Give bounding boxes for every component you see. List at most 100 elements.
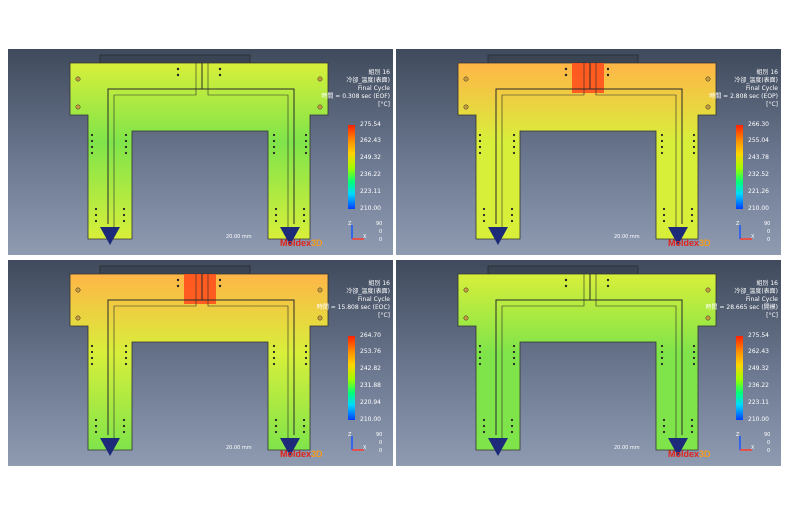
- axis-z-label: Z: [736, 432, 740, 438]
- legend-tick: 243.78: [748, 154, 769, 161]
- cycle-label: Final Cycle: [357, 85, 390, 92]
- legend-tick: 232.52: [748, 171, 769, 178]
- time-label: 時間 = 0.308 sec (EOF): [321, 93, 390, 100]
- group-label: 組別 16: [368, 69, 390, 76]
- legend-tick: 249.32: [748, 365, 769, 372]
- legend-tick: 210.00: [360, 416, 381, 423]
- quantity-label: 冷卻_溫度(表面): [346, 77, 390, 84]
- unit-label: [°C]: [378, 312, 390, 319]
- legend-tick: 220.94: [360, 399, 381, 406]
- legend-tick: 262.43: [748, 348, 769, 355]
- axis-triad[interactable]: Z X 90 0 0: [736, 432, 776, 462]
- unit-label: [°C]: [766, 101, 778, 108]
- moldex3d-logo: Moldex3D: [668, 449, 711, 459]
- axis-x-label: X: [751, 445, 755, 451]
- cycle-label: Final Cycle: [745, 296, 778, 303]
- axis-angle-2: 0: [767, 440, 771, 446]
- axis-angle-2: 0: [767, 229, 771, 235]
- legend-tick: 223.11: [360, 188, 381, 195]
- quantity-label: 冷卻_溫度(表面): [734, 77, 778, 84]
- axis-angle-1: 90: [376, 221, 383, 227]
- unit-label: [°C]: [378, 101, 390, 108]
- group-label: 組別 16: [756, 280, 778, 287]
- logo-text: Moldex: [280, 238, 312, 248]
- logo-text: Moldex: [668, 449, 700, 459]
- result-panel-2[interactable]: 組別 16 冷卻_溫度(表面) Final Cycle 時間 = 2.808 s…: [396, 49, 781, 255]
- legend-tick: 223.11: [748, 399, 769, 406]
- result-grid: 組別 16 冷卻_溫度(表面) Final Cycle 時間 = 0.308 s…: [8, 49, 785, 467]
- axis-angle-2: 0: [379, 440, 383, 446]
- axis-angle-3: 0: [379, 448, 383, 454]
- color-scale-bar: [736, 336, 743, 420]
- axis-angle-1: 90: [764, 432, 771, 438]
- scale-bar: 20.00 mm: [226, 445, 252, 451]
- axis-triad[interactable]: Z X 90 0 0: [736, 221, 776, 251]
- result-panel-4[interactable]: 組別 16 冷卻_溫度(表面) Final Cycle 時間 = 28.665 …: [396, 260, 781, 466]
- color-legend: 266.30 255.04 243.78 232.52 221.26 210.0…: [732, 121, 778, 217]
- axis-angle-3: 0: [767, 448, 771, 454]
- legend-tick: 275.54: [360, 121, 381, 128]
- logo-text: Moldex: [280, 449, 312, 459]
- group-label: 組別 16: [368, 280, 390, 287]
- cycle-label: Final Cycle: [357, 296, 390, 303]
- scale-bar: 20.00 mm: [614, 234, 640, 240]
- moldex3d-logo: Moldex3D: [280, 238, 323, 248]
- legend-tick: 236.22: [360, 171, 381, 178]
- result-panel-3[interactable]: 組別 16 冷卻_溫度(表面) Final Cycle 時間 = 15.808 …: [8, 260, 393, 466]
- legend-tick: 249.32: [360, 154, 381, 161]
- result-info: 組別 16 冷卻_溫度(表面) Final Cycle 時間 = 15.808 …: [300, 280, 390, 320]
- legend-tick: 231.88: [360, 382, 381, 389]
- legend-tick: 264.70: [360, 332, 381, 339]
- axis-triad[interactable]: Z X 90 0 0: [348, 221, 388, 251]
- result-panel-1[interactable]: 組別 16 冷卻_溫度(表面) Final Cycle 時間 = 0.308 s…: [8, 49, 393, 255]
- axis-z-label: Z: [348, 221, 352, 227]
- axis-angle-3: 0: [767, 237, 771, 243]
- color-legend: 275.54 262.43 249.32 236.22 223.11 210.0…: [344, 121, 390, 217]
- time-label: 時間 = 2.808 sec (EOP): [709, 93, 778, 100]
- cycle-label: Final Cycle: [745, 85, 778, 92]
- axis-angle-1: 90: [376, 432, 383, 438]
- logo-suffix: 3D: [699, 238, 711, 248]
- legend-tick: 221.26: [748, 188, 769, 195]
- legend-tick: 210.00: [748, 205, 769, 212]
- legend-tick: 255.04: [748, 137, 769, 144]
- color-scale-bar: [348, 125, 355, 209]
- axis-angle-3: 0: [379, 237, 383, 243]
- logo-suffix: 3D: [311, 238, 323, 248]
- time-label: 時間 = 15.808 sec (EOC): [316, 304, 390, 311]
- color-scale-bar: [348, 336, 355, 420]
- legend-tick: 210.00: [360, 205, 381, 212]
- legend-tick: 210.00: [748, 416, 769, 423]
- axis-angle-2: 0: [379, 229, 383, 235]
- color-legend: 275.54 262.43 249.32 236.22 223.11 210.0…: [732, 332, 778, 428]
- color-scale-bar: [736, 125, 743, 209]
- legend-tick: 266.30: [748, 121, 769, 128]
- unit-label: [°C]: [766, 312, 778, 319]
- axis-z-label: Z: [736, 221, 740, 227]
- color-legend: 264.70 253.76 242.82 231.88 220.94 210.0…: [344, 332, 390, 428]
- result-info: 組別 16 冷卻_溫度(表面) Final Cycle 時間 = 2.808 s…: [688, 69, 778, 109]
- logo-text: Moldex: [668, 238, 700, 248]
- logo-suffix: 3D: [699, 449, 711, 459]
- quantity-label: 冷卻_溫度(表面): [734, 288, 778, 295]
- time-label: 時間 = 28.665 sec (開模): [705, 304, 778, 311]
- moldex3d-logo: Moldex3D: [280, 449, 323, 459]
- quantity-label: 冷卻_溫度(表面): [346, 288, 390, 295]
- axis-x-label: X: [363, 234, 367, 240]
- group-label: 組別 16: [756, 69, 778, 76]
- axis-angle-1: 90: [764, 221, 771, 227]
- axis-z-label: Z: [348, 432, 352, 438]
- scale-bar: 20.00 mm: [614, 445, 640, 451]
- legend-tick: 262.43: [360, 137, 381, 144]
- result-info: 組別 16 冷卻_溫度(表面) Final Cycle 時間 = 0.308 s…: [300, 69, 390, 109]
- legend-tick: 275.54: [748, 332, 769, 339]
- logo-suffix: 3D: [311, 449, 323, 459]
- moldex3d-logo: Moldex3D: [668, 238, 711, 248]
- axis-x-label: X: [751, 234, 755, 240]
- axis-triad[interactable]: Z X 90 0 0: [348, 432, 388, 462]
- scale-bar: 20.00 mm: [226, 234, 252, 240]
- legend-tick: 242.82: [360, 365, 381, 372]
- legend-tick: 236.22: [748, 382, 769, 389]
- axis-x-label: X: [363, 445, 367, 451]
- result-info: 組別 16 冷卻_溫度(表面) Final Cycle 時間 = 28.665 …: [688, 280, 778, 320]
